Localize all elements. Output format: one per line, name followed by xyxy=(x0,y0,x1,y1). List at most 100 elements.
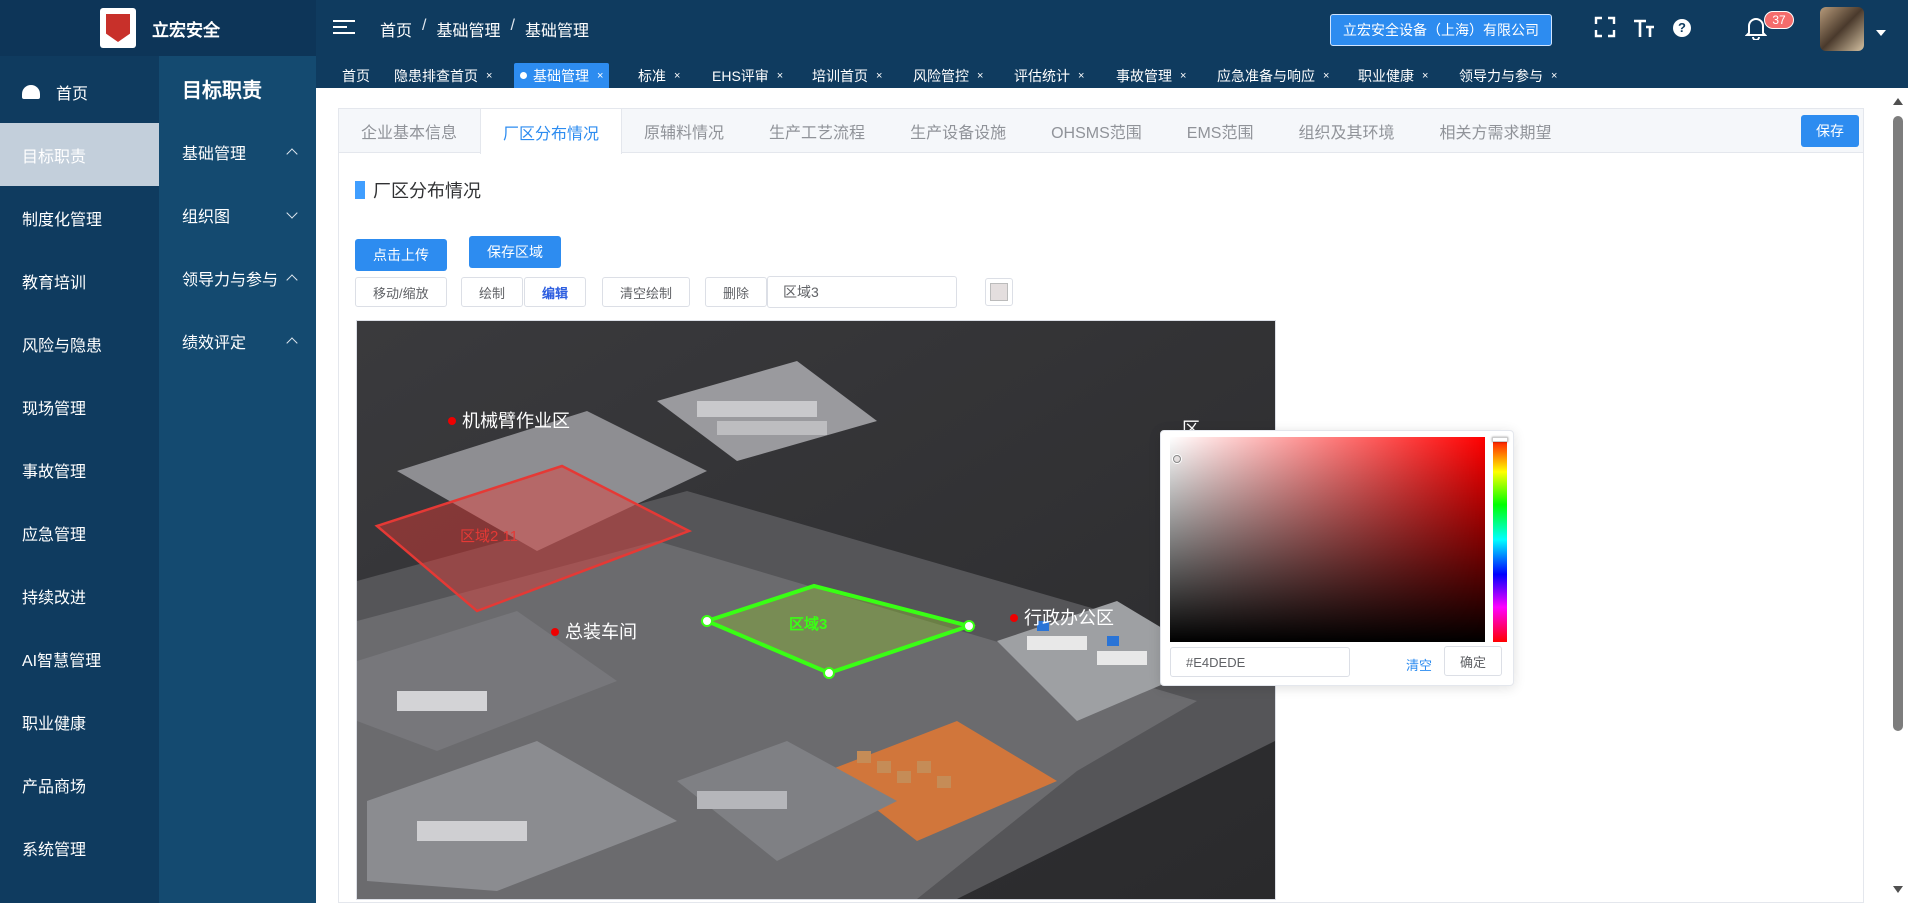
tag-basic-management[interactable]: 基础管理 × xyxy=(514,63,610,88)
tag-standard[interactable]: 标准 × xyxy=(632,63,686,88)
breadcrumb-separator: / xyxy=(422,17,427,34)
tab-organization[interactable]: 组织及其环境 xyxy=(1276,109,1417,153)
tag-ehs-review[interactable]: EHS评审 × xyxy=(706,63,789,88)
breadcrumb-item: 基础管理 xyxy=(524,23,589,40)
close-icon[interactable]: × xyxy=(486,70,492,82)
tag-risk-control[interactable]: 风险管控 × xyxy=(907,63,989,88)
saturation-value-area[interactable] xyxy=(1170,437,1485,642)
submenu-performance[interactable]: 绩效评定 xyxy=(159,309,316,372)
tag-hazard-home[interactable]: 隐患排查首页 × xyxy=(388,63,498,88)
top-header: 立宏安全 首页 / 基础管理 / 基础管理 立宏安全设备（上海）有限公司 ? 3… xyxy=(0,0,1908,56)
breadcrumb-item[interactable]: 首页 xyxy=(380,17,412,41)
hue-slider[interactable] xyxy=(1492,437,1508,642)
upload-button[interactable]: 点击上传 xyxy=(355,239,447,271)
tag-occupational-health[interactable]: 职业健康 × xyxy=(1352,63,1434,88)
tag-home[interactable]: 首页 xyxy=(336,63,376,88)
color-swatch xyxy=(990,283,1008,301)
close-icon[interactable]: × xyxy=(1078,70,1084,82)
sidebar-item-improvement[interactable]: 持续改进 xyxy=(0,564,159,627)
close-icon[interactable]: × xyxy=(1323,70,1329,82)
submenu-leadership[interactable]: 领导力与参与 xyxy=(159,246,316,309)
close-icon[interactable]: × xyxy=(597,70,603,82)
breadcrumb-item[interactable]: 基础管理 xyxy=(436,17,500,41)
section-marker-icon xyxy=(355,181,365,199)
sidebar-item-risk[interactable]: 风险与隐患 xyxy=(0,312,159,375)
chevron-down-icon[interactable] xyxy=(1876,30,1886,36)
tab-equipment[interactable]: 生产设备设施 xyxy=(888,109,1029,153)
close-icon[interactable]: × xyxy=(1422,70,1428,82)
close-icon[interactable]: × xyxy=(1180,70,1186,82)
region-3-label: 区域3 xyxy=(789,615,827,633)
sidebar-item-store[interactable]: 产品商场 xyxy=(0,753,159,816)
arm-area-label: 机械臂作业区 xyxy=(462,411,570,431)
fullscreen-icon[interactable] xyxy=(1593,16,1617,40)
color-picker-trigger[interactable] xyxy=(985,278,1013,306)
sidebar-item-site[interactable]: 现场管理 xyxy=(0,375,159,438)
scrollbar-thumb[interactable] xyxy=(1893,116,1903,731)
submenu-org-chart[interactable]: 组织图 xyxy=(159,183,316,246)
sidebar-item-home[interactable]: 首页 xyxy=(0,60,159,123)
tag-leadership[interactable]: 领导力与参与 × xyxy=(1453,63,1563,88)
close-icon[interactable]: × xyxy=(1551,70,1557,82)
main-content: 企业基本信息 厂区分布情况 原辅料情况 生产工艺流程 生产设备设施 OHSMS范… xyxy=(316,88,1888,903)
submenu-basic-management[interactable]: 基础管理 xyxy=(159,120,316,183)
sidebar-item-institution[interactable]: 制度化管理 xyxy=(0,186,159,249)
sidebar-item-accident[interactable]: 事故管理 xyxy=(0,438,159,501)
tab-raw-materials[interactable]: 原辅料情况 xyxy=(622,109,747,153)
clear-drawing-button[interactable]: 清空绘制 xyxy=(602,277,691,307)
tab-stakeholders[interactable]: 相关方需求期望 xyxy=(1417,109,1574,153)
save-button[interactable]: 保存 xyxy=(1801,115,1859,147)
plant-illustration: 区域2 11 区域3 机械臂作业区 总装车间 行政办公区 区 xyxy=(357,321,1275,899)
brand-name: 立宏安全 xyxy=(152,20,220,40)
edit-button[interactable]: 编辑 xyxy=(524,277,587,307)
tag-emergency-response[interactable]: 应急准备与响应 × xyxy=(1211,63,1335,88)
help-icon[interactable]: ? xyxy=(1673,19,1691,37)
sidebar-item-emergency[interactable]: 应急管理 xyxy=(0,501,159,564)
sidebar-item-training[interactable]: 教育培训 xyxy=(0,249,159,312)
avatar[interactable] xyxy=(1820,7,1864,51)
font-size-icon[interactable] xyxy=(1632,16,1656,40)
menu-toggle-icon[interactable] xyxy=(333,16,355,38)
active-dot-icon xyxy=(520,72,527,79)
tag-training-home[interactable]: 培训首页 × xyxy=(806,63,888,88)
chevron-up-icon xyxy=(286,147,298,160)
tag-accident-management[interactable]: 事故管理 × xyxy=(1110,63,1192,88)
close-icon[interactable]: × xyxy=(977,70,983,82)
move-zoom-button[interactable]: 移动/缩放 xyxy=(355,277,447,307)
confirm-color-button[interactable]: 确定 xyxy=(1444,646,1503,676)
dashboard-icon xyxy=(22,84,40,99)
scroll-up-icon[interactable] xyxy=(1893,98,1903,105)
scroll-down-icon[interactable] xyxy=(1893,886,1903,893)
vertical-scrollbar[interactable] xyxy=(1888,88,1908,903)
sidebar-item-goals[interactable]: 目标职责 xyxy=(0,123,159,186)
save-region-button[interactable]: 保存区域 xyxy=(469,236,561,268)
tag-assessment-stats[interactable]: 评估统计 × xyxy=(1008,63,1090,88)
tab-process-flow[interactable]: 生产工艺流程 xyxy=(747,109,888,153)
delete-button[interactable]: 删除 xyxy=(705,277,768,307)
region-name-input[interactable]: 区域3 xyxy=(767,276,957,308)
hex-color-input[interactable]: #E4DEDE xyxy=(1170,647,1350,677)
tab-ohsms[interactable]: OHSMS范围 xyxy=(1029,109,1165,153)
color-cursor[interactable] xyxy=(1173,455,1181,463)
notification-badge: 37 xyxy=(1764,11,1794,29)
company-select-button[interactable]: 立宏安全设备（上海）有限公司 xyxy=(1330,14,1552,46)
tab-enterprise-info[interactable]: 企业基本信息 xyxy=(339,109,480,153)
primary-sidebar: 首页 目标职责 制度化管理 教育培训 风险与隐患 现场管理 事故管理 应急管理 … xyxy=(0,56,159,903)
region-2-label: 区域2 11 xyxy=(460,528,518,545)
plant-layout-canvas[interactable]: 区域2 11 区域3 机械臂作业区 总装车间 行政办公区 区 xyxy=(356,320,1276,900)
tab-plant-layout[interactable]: 厂区分布情况 xyxy=(480,109,623,154)
draw-button[interactable]: 绘制 xyxy=(461,277,524,307)
sidebar-item-system[interactable]: 系统管理 xyxy=(0,816,159,879)
close-icon[interactable]: × xyxy=(674,70,680,82)
office-area-label: 行政办公区 xyxy=(1024,608,1114,628)
clear-color-button[interactable]: 清空 xyxy=(1406,655,1432,674)
tab-bar: 企业基本信息 厂区分布情况 原辅料情况 生产工艺流程 生产设备设施 OHSMS范… xyxy=(339,109,1863,154)
tab-ems[interactable]: EMS范围 xyxy=(1165,109,1277,153)
close-icon[interactable]: × xyxy=(777,70,783,82)
close-icon[interactable]: × xyxy=(876,70,882,82)
chevron-down-icon xyxy=(286,206,298,219)
sidebar-item-ai[interactable]: AI智慧管理 xyxy=(0,627,159,690)
hue-slider-thumb[interactable] xyxy=(1492,437,1508,442)
chevron-up-icon xyxy=(286,336,298,349)
sidebar-item-health[interactable]: 职业健康 xyxy=(0,690,159,753)
